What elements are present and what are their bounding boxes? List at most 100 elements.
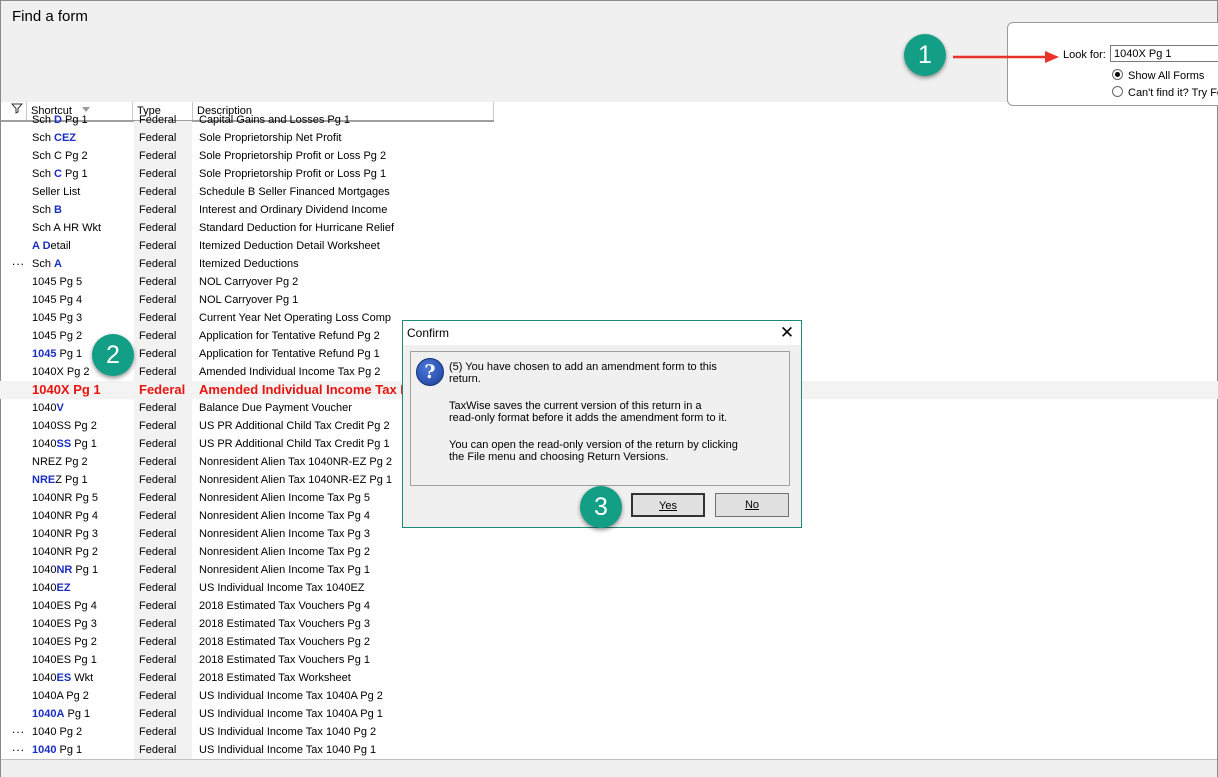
shortcut-pre: 1045 Pg 5 xyxy=(32,276,83,288)
table-row[interactable]: Sch A HR Wkt Federal Standard Deduction fo… xyxy=(0,219,1218,237)
table-row[interactable]: 1040NR Pg 1 Federal Nonresident Alien Inco… xyxy=(0,561,1218,579)
table-row[interactable]: 1040A Pg 2 Federal US Individual Income Ta… xyxy=(0,687,1218,705)
description-cell: Nonresident Alien Tax 1040NR-EZ Pg 2 xyxy=(199,456,393,468)
table-row[interactable]: Sch C Pg 2 Federal Sole Proprietorship Pro… xyxy=(0,147,1218,165)
type-cell: Federal xyxy=(139,276,177,288)
description-cell: US PR Additional Child Tax Credit Pg 1 xyxy=(199,438,390,450)
show-all-forms-option[interactable]: Show All Forms xyxy=(1112,69,1204,82)
shortcut-cell: 1040ES Pg 3 xyxy=(32,615,97,633)
shortcut-cell: 1040EZ xyxy=(32,579,71,597)
table-row[interactable]: 1040ES Wkt Federal 2018 Estimated Tax Work… xyxy=(0,669,1218,687)
table-row[interactable]: 1040ES Pg 2 Federal 2018 Estimated Tax Vou… xyxy=(0,633,1218,651)
shortcut-pre: 1040 xyxy=(32,672,57,684)
type-cell: Federal xyxy=(139,204,177,216)
description-cell: Schedule B Seller Financed Mortgages xyxy=(199,186,390,198)
shortcut-cell: 1040NR Pg 4 xyxy=(32,507,98,525)
type-cell: Federal xyxy=(139,402,177,414)
type-cell: Federal xyxy=(139,510,177,522)
type-cell: Federal xyxy=(139,654,177,666)
look-for-input[interactable] xyxy=(1110,45,1218,62)
type-cell: Federal xyxy=(139,456,177,468)
table-row[interactable]: 1040EZ Federal US Individual Income Tax 10… xyxy=(0,579,1218,597)
yes-button[interactable]: Yes xyxy=(631,493,705,517)
description-cell: 2018 Estimated Tax Vouchers Pg 4 xyxy=(199,600,371,612)
shortcut-bold: A D xyxy=(32,240,51,252)
description-cell: Balance Due Payment Voucher xyxy=(199,402,352,414)
shortcut-pre: 1040NR Pg 5 xyxy=(32,492,99,504)
shortcut-cell: 1045 Pg 1 xyxy=(32,345,82,363)
table-row[interactable]: ... 1040 Pg 1 Federal US Individual Income … xyxy=(0,740,1218,759)
table-row[interactable]: Seller List Federal Schedule B Seller Fina… xyxy=(0,183,1218,201)
description-cell: Nonresident Alien Income Tax Pg 2 xyxy=(199,546,371,558)
description-cell: Sole Proprietorship Net Profit xyxy=(199,132,342,144)
row-dots: ... xyxy=(12,740,26,754)
table-row[interactable]: Sch C Pg 1 Federal Sole Proprietorship Pro… xyxy=(0,165,1218,183)
no-button[interactable]: No xyxy=(715,493,789,517)
shortcut-bold: SS xyxy=(56,438,72,450)
shortcut-bold: A xyxy=(54,258,62,270)
shortcut-cell: 1045 Pg 2 xyxy=(32,327,82,345)
shortcut-bold: CEZ xyxy=(54,132,77,144)
type-cell: Federal xyxy=(139,420,177,432)
type-cell: Federal xyxy=(139,618,177,630)
shortcut-cell: A Detail xyxy=(32,237,71,255)
dialog-message-box: ? (5) You have chosen to add an amendmen… xyxy=(410,351,790,486)
shortcut-cell: 1040ES Pg 1 xyxy=(32,651,97,669)
annotation-badge-2: 2 xyxy=(92,334,134,376)
shortcut-post: Pg 1 xyxy=(61,114,88,126)
shortcut-bold: 1045 xyxy=(32,348,57,360)
table-row[interactable]: 1045 Pg 4 Federal NOL Carryover Pg 1 xyxy=(0,291,1218,309)
dialog-line-6: the File menu and choosing Return Versio… xyxy=(449,451,669,463)
shortcut-bold: EZ xyxy=(56,582,71,594)
cant-find-option[interactable]: Can't find it? Try Fo xyxy=(1112,86,1218,99)
description-cell: US PR Additional Child Tax Credit Pg 2 xyxy=(199,420,390,432)
table-row[interactable]: ... Sch A Federal Itemized Deductions xyxy=(0,254,1218,273)
table-row[interactable]: 1040NR Pg 2 Federal Nonresident Alien Inco… xyxy=(0,543,1218,561)
close-icon[interactable]: ✕ xyxy=(777,323,797,343)
shortcut-pre: Sch C Pg 2 xyxy=(32,150,88,162)
shortcut-cell: NREZ Pg 1 xyxy=(32,471,88,489)
type-cell: Federal xyxy=(139,474,177,486)
radio-selected-icon xyxy=(1112,69,1123,80)
shortcut-cell: 1040NR Pg 3 xyxy=(32,525,98,543)
shortcut-bold: V xyxy=(56,402,64,414)
table-row[interactable]: Sch D Pg 1 Federal Capital Gains and Losse… xyxy=(0,113,1218,129)
table-row[interactable]: Sch B Federal Interest and Ordinary Divide… xyxy=(0,201,1218,219)
shortcut-post: Z Pg 1 xyxy=(55,474,88,486)
shortcut-pre: Seller List xyxy=(32,186,81,198)
description-cell: US Individual Income Tax 1040A Pg 2 xyxy=(199,690,383,702)
dialog-line-4: read-only format before it adds the amen… xyxy=(449,412,728,424)
table-row[interactable]: 1040ES Pg 3 Federal 2018 Estimated Tax Vou… xyxy=(0,615,1218,633)
description-cell: Application for Tentative Refund Pg 2 xyxy=(199,330,380,342)
shortcut-pre: 1045 Pg 2 xyxy=(32,330,83,342)
shortcut-cell: Sch B xyxy=(32,201,62,219)
table-row[interactable]: 1045 Pg 5 Federal NOL Carryover Pg 2 xyxy=(0,273,1218,291)
shortcut-cell: Sch C Pg 2 xyxy=(32,147,88,165)
shortcut-cell: Sch C Pg 1 xyxy=(32,165,88,183)
dialog-line-3: TaxWise saves the current version of thi… xyxy=(449,400,702,412)
shortcut-cell: Sch A HR Wkt xyxy=(32,219,101,237)
type-cell: Federal xyxy=(139,222,177,234)
table-row[interactable]: 1040ES Pg 1 Federal 2018 Estimated Tax Vou… xyxy=(0,651,1218,669)
description-cell: Sole Proprietorship Profit or Loss Pg 1 xyxy=(199,168,387,180)
type-cell: Federal xyxy=(139,672,177,684)
table-row[interactable]: A Detail Federal Itemized Deduction Detail… xyxy=(0,237,1218,255)
table-row[interactable]: Sch CEZ Federal Sole Proprietorship Net Pr… xyxy=(0,129,1218,147)
shortcut-post: Pg 1 xyxy=(64,708,91,720)
table-row[interactable]: 1040A Pg 1 Federal US Individual Income Ta… xyxy=(0,705,1218,723)
shortcut-pre: 1045 Pg 4 xyxy=(32,294,83,306)
shortcut-cell: 1040A Pg 2 xyxy=(32,687,89,705)
type-cell: Federal xyxy=(139,708,177,720)
shortcut-cell: 1040SS Pg 2 xyxy=(32,417,97,435)
shortcut-cell: 1040ES Pg 4 xyxy=(32,597,97,615)
type-cell: Federal xyxy=(139,132,177,144)
shortcut-cell: 1040X Pg 2 xyxy=(32,363,90,381)
table-row[interactable]: ... 1040 Pg 2 Federal US Individual Income … xyxy=(0,722,1218,741)
radio-empty-icon xyxy=(1112,86,1123,97)
table-row[interactable]: 1040ES Pg 4 Federal 2018 Estimated Tax Vou… xyxy=(0,597,1218,615)
description-cell: Interest and Ordinary Dividend Income xyxy=(199,204,388,216)
shortcut-pre: Sch xyxy=(32,258,55,270)
type-cell: Federal xyxy=(139,636,177,648)
type-cell: Federal xyxy=(139,600,177,612)
shortcut-pre: 1040SS Pg 2 xyxy=(32,420,97,432)
